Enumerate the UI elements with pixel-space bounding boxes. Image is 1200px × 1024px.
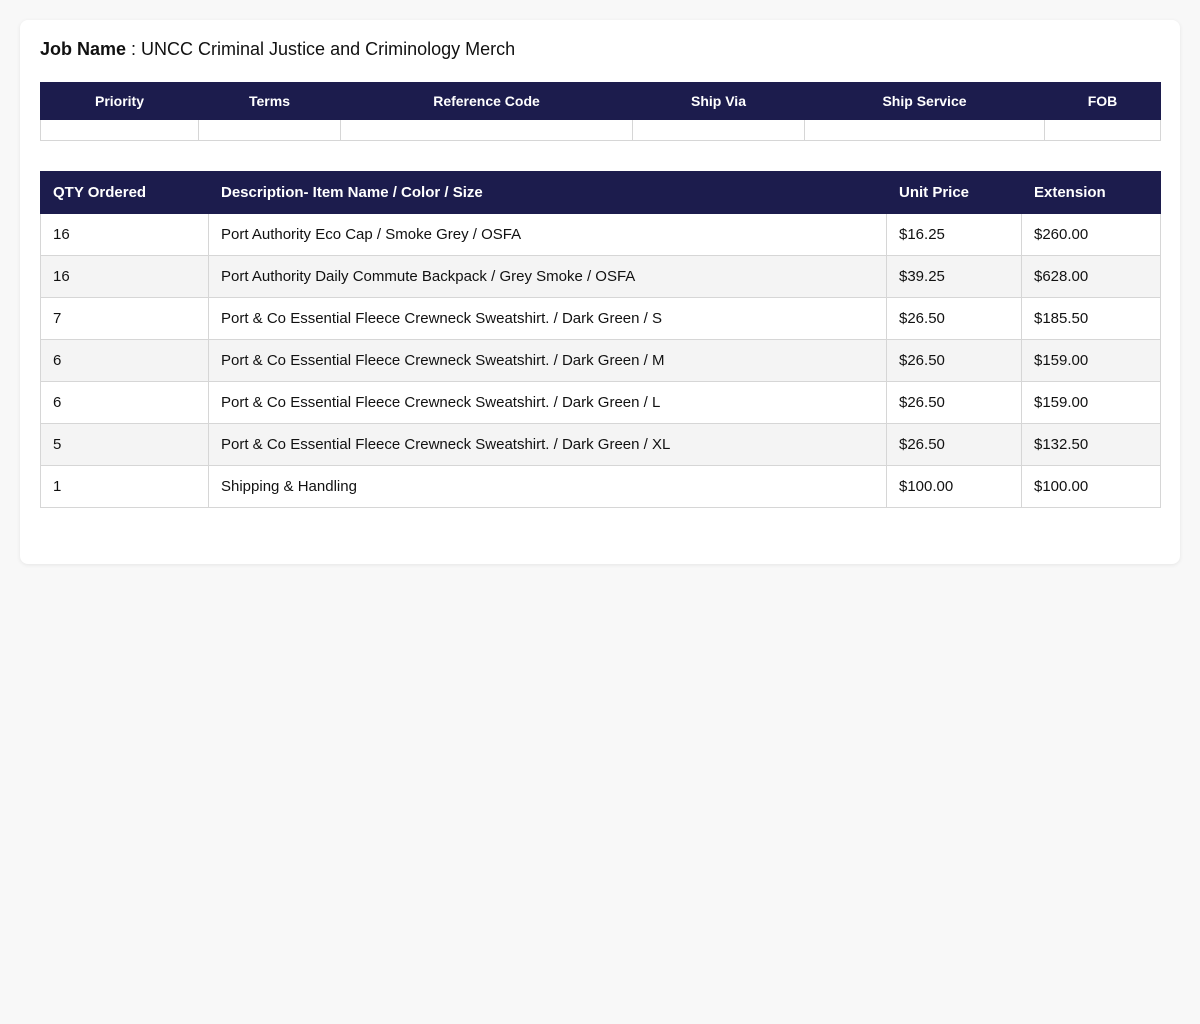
extension-cell: $628.00 (1021, 255, 1161, 298)
meta-header-priority: Priority (40, 82, 199, 120)
extension-cell: $159.00 (1021, 339, 1161, 382)
table-row: 5 Port & Co Essential Fleece Crewneck Sw… (40, 423, 1161, 466)
job-name-value: UNCC Criminal Justice and Criminology Me… (141, 39, 516, 59)
meta-value-row (40, 119, 1161, 141)
qty-cell: 7 (40, 297, 209, 340)
meta-value-reference-code (340, 119, 633, 141)
job-name-separator: : (126, 39, 142, 59)
unit-price-cell: $26.50 (886, 423, 1022, 466)
items-header-row: QTY Ordered Description- Item Name / Col… (40, 171, 1161, 214)
meta-value-ship-via (632, 119, 805, 141)
table-row: 6 Port & Co Essential Fleece Crewneck Sw… (40, 381, 1161, 424)
table-row: 1 Shipping & Handling $100.00 $100.00 (40, 465, 1161, 508)
extension-cell: $185.50 (1021, 297, 1161, 340)
table-row: 7 Port & Co Essential Fleece Crewneck Sw… (40, 297, 1161, 340)
description-cell: Port Authority Daily Commute Backpack / … (208, 255, 887, 298)
description-cell: Port & Co Essential Fleece Crewneck Swea… (208, 381, 887, 424)
qty-cell: 5 (40, 423, 209, 466)
qty-cell: 16 (40, 255, 209, 298)
qty-cell: 6 (40, 339, 209, 382)
unit-price-cell: $16.25 (886, 213, 1022, 256)
job-name-label: Job Name (40, 39, 127, 59)
meta-header-terms: Terms (198, 82, 341, 120)
description-cell: Port & Co Essential Fleece Crewneck Swea… (208, 297, 887, 340)
unit-price-cell: $39.25 (886, 255, 1022, 298)
unit-price-cell: $26.50 (886, 339, 1022, 382)
meta-header-reference-code: Reference Code (340, 82, 633, 120)
description-cell: Port & Co Essential Fleece Crewneck Swea… (208, 339, 887, 382)
table-row: 6 Port & Co Essential Fleece Crewneck Sw… (40, 339, 1161, 382)
meta-header-ship-via: Ship Via (632, 82, 805, 120)
job-card: Job Name : UNCC Criminal Justice and Cri… (20, 20, 1180, 564)
qty-cell: 6 (40, 381, 209, 424)
unit-price-cell: $100.00 (886, 465, 1022, 508)
unit-price-cell: $26.50 (886, 381, 1022, 424)
table-row: 16 Port Authority Daily Commute Backpack… (40, 255, 1161, 298)
unit-price-cell: $26.50 (886, 297, 1022, 340)
meta-header-ship-service: Ship Service (804, 82, 1045, 120)
extension-cell: $132.50 (1021, 423, 1161, 466)
job-name-line: Job Name : UNCC Criminal Justice and Cri… (40, 38, 515, 60)
items-header-qty: QTY Ordered (40, 171, 209, 214)
line-items-table: QTY Ordered Description- Item Name / Col… (40, 171, 1161, 508)
extension-cell: $260.00 (1021, 213, 1161, 256)
description-cell: Shipping & Handling (208, 465, 887, 508)
extension-cell: $100.00 (1021, 465, 1161, 508)
meta-value-priority (40, 119, 199, 141)
items-header-description: Description- Item Name / Color / Size (208, 171, 887, 214)
table-row: 16 Port Authority Eco Cap / Smoke Grey /… (40, 213, 1161, 256)
qty-cell: 16 (40, 213, 209, 256)
meta-value-fob (1044, 119, 1161, 141)
extension-cell: $159.00 (1021, 381, 1161, 424)
meta-value-ship-service (804, 119, 1045, 141)
qty-cell: 1 (40, 465, 209, 508)
description-cell: Port Authority Eco Cap / Smoke Grey / OS… (208, 213, 887, 256)
items-header-extension: Extension (1021, 171, 1161, 214)
meta-header-row: Priority Terms Reference Code Ship Via S… (40, 82, 1161, 120)
meta-header-fob: FOB (1044, 82, 1161, 120)
description-cell: Port & Co Essential Fleece Crewneck Swea… (208, 423, 887, 466)
items-header-unit-price: Unit Price (886, 171, 1022, 214)
meta-value-terms (198, 119, 341, 141)
order-meta-table: Priority Terms Reference Code Ship Via S… (40, 82, 1161, 141)
